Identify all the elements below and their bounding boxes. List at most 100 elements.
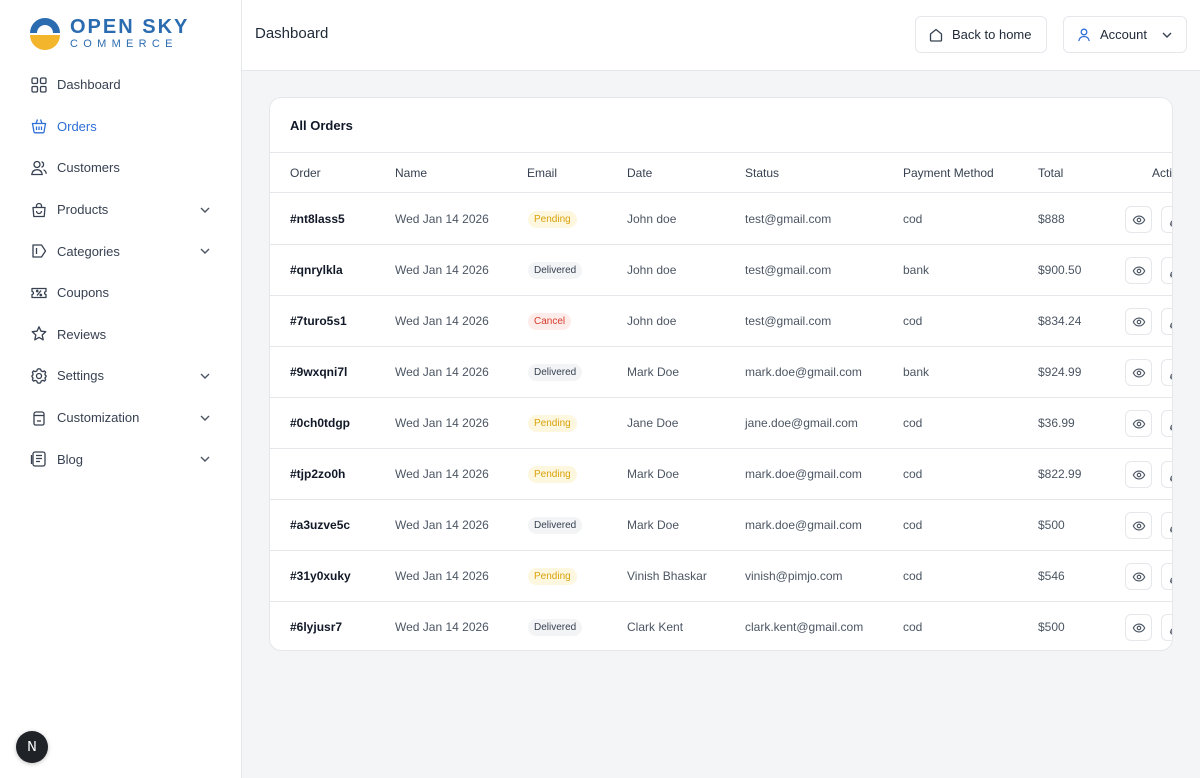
payment-method: cod <box>903 467 923 481</box>
chevron-down-icon <box>200 456 210 463</box>
order-date: John doe <box>627 212 677 226</box>
bag-icon <box>30 201 48 219</box>
order-total: $500 <box>1038 620 1065 634</box>
order-total: $546 <box>1038 569 1065 583</box>
edit-button[interactable] <box>1161 461 1172 488</box>
star-badge-icon <box>30 325 48 343</box>
column-header: Total <box>1038 166 1064 180</box>
order-id[interactable]: #a3uzve5c <box>290 518 350 532</box>
status-badge: Cancel <box>528 313 572 330</box>
sidebar-item-label: Products <box>57 202 109 218</box>
edit-icon <box>1169 270 1172 277</box>
view-button[interactable] <box>1125 308 1152 335</box>
page-title: Dashboard <box>255 25 329 42</box>
view-button[interactable] <box>1125 461 1152 488</box>
column-header: Date <box>627 166 653 180</box>
edit-icon <box>1169 423 1172 430</box>
account-label: Account <box>1100 27 1147 42</box>
sidebar-item-settings[interactable]: Settings <box>0 355 242 397</box>
sidebar-item-customization[interactable]: Customization <box>0 397 242 439</box>
logo-mark-icon <box>30 18 60 50</box>
sidebar-nav: Dashboard Orders Customers Products Categori… <box>0 64 242 480</box>
edit-button[interactable] <box>1161 410 1172 437</box>
view-button[interactable] <box>1125 512 1152 539</box>
status-badge: Delivered <box>528 517 583 534</box>
sidebar-item-label: Orders <box>57 118 97 134</box>
payment-method: cod <box>903 314 923 328</box>
order-total: $924.99 <box>1038 365 1082 379</box>
table-row: #6lyjusr7 Wed Jan 14 2026 Delivered Clark K… <box>270 602 1172 650</box>
order-name: Wed Jan 14 2026 <box>395 365 489 379</box>
back-to-home-button[interactable]: Back to home <box>915 16 1047 53</box>
sidebar-item-reviews[interactable]: Reviews <box>0 314 242 356</box>
order-name: Wed Jan 14 2026 <box>395 467 489 481</box>
sidebar-item-coupons[interactable]: Coupons <box>0 272 242 314</box>
edit-button[interactable] <box>1161 206 1172 233</box>
edit-button[interactable] <box>1161 257 1172 284</box>
order-id[interactable]: #tjp2zo0h <box>290 467 345 481</box>
sidebar-item-categories[interactable]: Categories <box>0 230 242 272</box>
sidebar-item-dashboard[interactable]: Dashboard <box>0 64 242 106</box>
edit-button[interactable] <box>1161 614 1172 641</box>
back-to-home-label: Back to home <box>952 27 1032 42</box>
document-icon <box>30 450 48 468</box>
status-badge: Pending <box>528 211 577 228</box>
tag-icon <box>30 242 48 260</box>
status-badge: Pending <box>528 415 577 432</box>
sidebar-item-orders[interactable]: Orders <box>0 106 242 148</box>
column-header: Order <box>290 166 321 180</box>
view-button[interactable] <box>1125 359 1152 386</box>
account-button[interactable]: Account <box>1063 16 1187 53</box>
order-status: mark.doe@gmail.com <box>745 467 862 481</box>
order-name: Wed Jan 14 2026 <box>395 569 489 583</box>
next-badge[interactable]: N <box>16 731 48 763</box>
payment-method: bank <box>903 365 930 379</box>
order-id[interactable]: #7turo5s1 <box>290 314 347 328</box>
order-id[interactable]: #qnrylkla <box>290 263 343 277</box>
edit-button[interactable] <box>1161 359 1172 386</box>
view-button[interactable] <box>1125 614 1152 641</box>
brand-subname: COMMERCE <box>70 37 178 50</box>
order-name: Wed Jan 14 2026 <box>395 518 489 532</box>
payment-method: cod <box>903 620 923 634</box>
status-badge: Delivered <box>528 364 583 381</box>
order-date: Mark Doe <box>627 467 680 481</box>
chevron-down-icon <box>1162 32 1172 38</box>
brand-logo[interactable]: OPEN SKY COMMERCE <box>28 16 189 50</box>
ticket-icon <box>30 284 48 302</box>
grid-icon <box>30 76 48 94</box>
edit-button[interactable] <box>1161 512 1172 539</box>
view-button[interactable] <box>1125 206 1152 233</box>
order-id[interactable]: #31y0xuky <box>290 569 351 583</box>
payment-method: bank <box>903 263 930 277</box>
sidebar-item-blog[interactable]: Blog <box>0 438 242 480</box>
order-total: $900.50 <box>1038 263 1082 277</box>
order-name: Wed Jan 14 2026 <box>395 416 489 430</box>
order-total: $834.24 <box>1038 314 1082 328</box>
chevron-down-icon <box>200 248 210 255</box>
eye-icon <box>1132 418 1145 429</box>
order-id[interactable]: #9wxqni7l <box>290 365 347 379</box>
order-id[interactable]: #nt8lass5 <box>290 212 345 226</box>
order-id[interactable]: #6lyjusr7 <box>290 620 342 634</box>
sidebar-item-label: Reviews <box>57 326 107 342</box>
edit-button[interactable] <box>1161 563 1172 590</box>
view-button[interactable] <box>1125 257 1152 284</box>
order-date: Clark Kent <box>627 620 684 634</box>
column-header: Email <box>527 166 558 180</box>
sidebar-item-products[interactable]: Products <box>0 189 242 231</box>
sidebar-item-label: Coupons <box>57 285 110 301</box>
edit-icon <box>1169 525 1172 532</box>
view-button[interactable] <box>1125 410 1152 437</box>
order-id[interactable]: #0ch0tdgp <box>290 416 350 430</box>
table-row: #9wxqni7l Wed Jan 14 2026 Delivered Mark Do… <box>270 347 1172 398</box>
order-status: test@gmail.com <box>745 314 832 328</box>
eye-icon <box>1132 622 1145 633</box>
order-status: jane.doe@gmail.com <box>745 416 858 430</box>
view-button[interactable] <box>1125 563 1152 590</box>
edit-button[interactable] <box>1161 308 1172 335</box>
table-row: #7turo5s1 Wed Jan 14 2026 Cancel John doe te… <box>270 296 1172 347</box>
sidebar-item-customers[interactable]: Customers <box>0 147 242 189</box>
status-badge: Delivered <box>528 262 583 279</box>
order-total: $822.99 <box>1038 467 1082 481</box>
